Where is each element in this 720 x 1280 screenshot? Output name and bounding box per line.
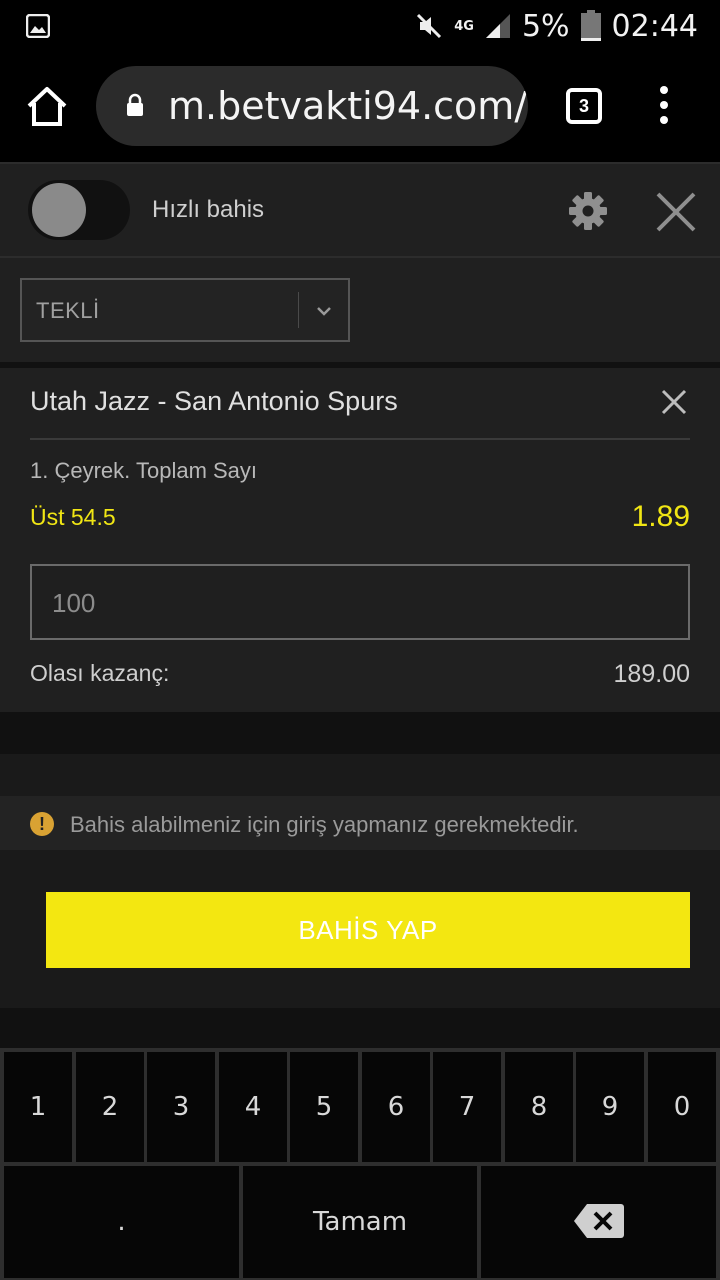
warning-icon: !: [30, 812, 54, 836]
lock-icon: [127, 93, 143, 116]
signal-icon: [485, 14, 510, 38]
key-backspace[interactable]: [481, 1166, 716, 1278]
browser-toolbar: m.betvakti94.com/ 3: [0, 52, 720, 162]
selection-name: Üst 54.5: [30, 504, 116, 530]
quick-bet-toggle[interactable]: [28, 180, 130, 240]
url-text: m.betvakti94.com/: [168, 84, 528, 128]
key-2[interactable]: 2: [76, 1052, 144, 1162]
key-6[interactable]: 6: [362, 1052, 430, 1162]
gallery-icon: [26, 14, 50, 38]
bet-type-bar: TEKLİ: [0, 258, 720, 362]
bet-slip-card: Utah Jazz - San Antonio Spurs 1. Çeyrek.…: [0, 368, 720, 712]
key-0[interactable]: 0: [648, 1052, 716, 1162]
place-bet-button[interactable]: BAHİS YAP: [46, 892, 690, 968]
quick-bet-bar: Hızlı bahis: [0, 162, 720, 258]
chevron-down-icon: [317, 307, 331, 316]
numeric-keyboard: 1 2 3 4 5 6 7 8 9 0 . Tamam: [0, 1048, 720, 1280]
key-4[interactable]: 4: [219, 1052, 287, 1162]
potential-win-value: 189.00: [613, 660, 690, 688]
status-bar: 4G 5% 02:44: [0, 0, 720, 52]
key-5[interactable]: 5: [290, 1052, 358, 1162]
bet-type-value: TEKLİ: [36, 298, 100, 323]
place-bet-area: BAHİS YAP: [0, 850, 720, 1008]
battery-percent: 5%: [521, 8, 570, 44]
key-1[interactable]: 1: [4, 1052, 72, 1162]
divider: [30, 438, 690, 440]
spacer: [0, 754, 720, 796]
overflow-menu-icon[interactable]: [656, 86, 672, 130]
battery-icon: [580, 10, 601, 41]
key-dot[interactable]: .: [4, 1166, 239, 1278]
close-icon[interactable]: [654, 190, 698, 234]
market-name: 1. Çeyrek. Toplam Sayı: [30, 458, 258, 483]
home-icon[interactable]: [26, 86, 68, 128]
odds-value: 1.89: [631, 500, 690, 533]
tab-switcher-button[interactable]: 3: [566, 88, 602, 124]
network-type-label: 4G: [454, 18, 474, 34]
key-done[interactable]: Tamam: [243, 1166, 477, 1278]
select-divider: [298, 292, 299, 328]
stake-value: 100: [52, 588, 96, 618]
bet-type-select[interactable]: TEKLİ: [20, 278, 350, 342]
gear-icon[interactable]: [568, 191, 608, 231]
key-9[interactable]: 9: [576, 1052, 644, 1162]
backspace-icon: [574, 1204, 624, 1238]
mute-icon: [417, 13, 442, 39]
remove-selection-icon[interactable]: [660, 388, 688, 416]
potential-win-label: Olası kazanç:: [30, 660, 170, 686]
clock: 02:44: [611, 8, 698, 44]
key-3[interactable]: 3: [147, 1052, 215, 1162]
key-7[interactable]: 7: [433, 1052, 501, 1162]
key-8[interactable]: 8: [505, 1052, 573, 1162]
stake-input[interactable]: 100: [30, 564, 690, 640]
login-notice: ! Bahis alabilmeniz için giriş yapmanız …: [0, 796, 720, 850]
quick-bet-label: Hızlı bahis: [152, 196, 265, 223]
toggle-knob: [32, 183, 86, 237]
match-title: Utah Jazz - San Antonio Spurs: [30, 386, 398, 416]
url-bar[interactable]: m.betvakti94.com/: [96, 66, 528, 146]
notice-text: Bahis alabilmeniz için giriş yapmanız ge…: [70, 812, 579, 837]
